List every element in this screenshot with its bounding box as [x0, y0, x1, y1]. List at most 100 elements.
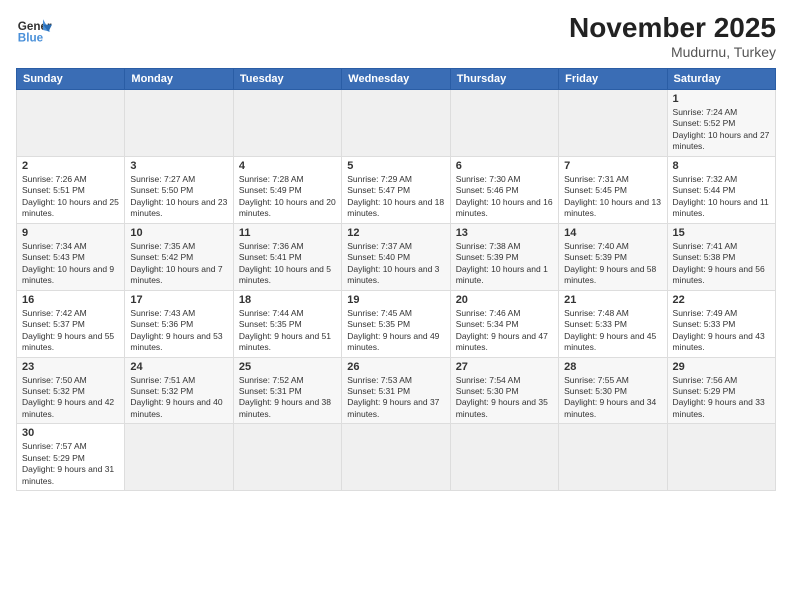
calendar-week-row: 9Sunrise: 7:34 AM Sunset: 5:43 PM Daylig…: [17, 223, 776, 290]
day-info: Sunrise: 7:40 AM Sunset: 5:39 PM Dayligh…: [564, 241, 661, 287]
day-number: 1: [673, 93, 770, 105]
day-number: 13: [456, 227, 553, 239]
day-info: Sunrise: 7:38 AM Sunset: 5:39 PM Dayligh…: [456, 241, 553, 287]
calendar-cell: 2 Sunrise: 7:26 AM Sunset: 5:51 PM Daylig…: [17, 156, 125, 223]
day-info: Sunrise: 7:48 AM Sunset: 5:33 PM Dayligh…: [564, 308, 661, 354]
day-number: 24: [130, 361, 227, 373]
day-number: 27: [456, 361, 553, 373]
day-number: 16: [22, 294, 119, 306]
day-number: 20: [456, 294, 553, 306]
day-number: 22: [673, 294, 770, 306]
day-number: 14: [564, 227, 661, 239]
day-number: 8: [673, 160, 770, 172]
calendar-cell: [342, 90, 450, 157]
calendar-cell: [342, 424, 450, 491]
day-info: Sunrise: 7:43 AM Sunset: 5:36 PM Dayligh…: [130, 308, 227, 354]
calendar-cell: 12 Sunrise: 7:37 AM Sunset: 5:40 PM Dayli…: [342, 223, 450, 290]
day-info: Sunrise: 7:37 AM Sunset: 5:40 PM Dayligh…: [347, 241, 444, 287]
header-thursday: Thursday: [450, 69, 558, 90]
calendar-cell: 24 Sunrise: 7:51 AM Sunset: 5:32 PM Dayli…: [125, 357, 233, 424]
calendar-cell: [450, 424, 558, 491]
calendar-cell: 8 Sunrise: 7:32 AM Sunset: 5:44 PM Daylig…: [667, 156, 775, 223]
calendar-cell: [233, 424, 341, 491]
day-info: Sunrise: 7:27 AM Sunset: 5:50 PM Dayligh…: [130, 174, 227, 220]
calendar-cell: [450, 90, 558, 157]
day-info: Sunrise: 7:52 AM Sunset: 5:31 PM Dayligh…: [239, 375, 336, 421]
day-info: Sunrise: 7:30 AM Sunset: 5:46 PM Dayligh…: [456, 174, 553, 220]
calendar-cell: 16 Sunrise: 7:42 AM Sunset: 5:37 PM Dayli…: [17, 290, 125, 357]
logo: General Blue: [16, 12, 52, 48]
day-info: Sunrise: 7:54 AM Sunset: 5:30 PM Dayligh…: [456, 375, 553, 421]
day-number: 2: [22, 160, 119, 172]
header: General Blue November 2025 Mudurnu, Turk…: [16, 12, 776, 60]
main-title: November 2025: [569, 12, 776, 44]
day-number: 28: [564, 361, 661, 373]
calendar-cell: [233, 90, 341, 157]
day-info: Sunrise: 7:24 AM Sunset: 5:52 PM Dayligh…: [673, 107, 770, 153]
calendar-cell: 9Sunrise: 7:34 AM Sunset: 5:43 PM Daylig…: [17, 223, 125, 290]
calendar-week-row: 2 Sunrise: 7:26 AM Sunset: 5:51 PM Daylig…: [17, 156, 776, 223]
calendar-week-row: 30Sunrise: 7:57 AM Sunset: 5:29 PM Dayli…: [17, 424, 776, 491]
header-tuesday: Tuesday: [233, 69, 341, 90]
title-block: November 2025 Mudurnu, Turkey: [569, 12, 776, 60]
calendar-cell: 5 Sunrise: 7:29 AM Sunset: 5:47 PM Daylig…: [342, 156, 450, 223]
day-number: 10: [130, 227, 227, 239]
day-info: Sunrise: 7:42 AM Sunset: 5:37 PM Dayligh…: [22, 308, 119, 354]
day-number: 25: [239, 361, 336, 373]
day-info: Sunrise: 7:28 AM Sunset: 5:49 PM Dayligh…: [239, 174, 336, 220]
day-number: 18: [239, 294, 336, 306]
svg-text:Blue: Blue: [18, 32, 44, 45]
calendar-cell: 4 Sunrise: 7:28 AM Sunset: 5:49 PM Daylig…: [233, 156, 341, 223]
calendar-cell: 1 Sunrise: 7:24 AM Sunset: 5:52 PM Daylig…: [667, 90, 775, 157]
day-info: Sunrise: 7:31 AM Sunset: 5:45 PM Dayligh…: [564, 174, 661, 220]
day-number: 12: [347, 227, 444, 239]
day-info: Sunrise: 7:32 AM Sunset: 5:44 PM Dayligh…: [673, 174, 770, 220]
day-info: Sunrise: 7:29 AM Sunset: 5:47 PM Dayligh…: [347, 174, 444, 220]
day-info: Sunrise: 7:51 AM Sunset: 5:32 PM Dayligh…: [130, 375, 227, 421]
calendar-cell: 25 Sunrise: 7:52 AM Sunset: 5:31 PM Dayli…: [233, 357, 341, 424]
calendar-cell: [559, 424, 667, 491]
calendar-cell: 13 Sunrise: 7:38 AM Sunset: 5:39 PM Dayli…: [450, 223, 558, 290]
calendar-cell: 17 Sunrise: 7:43 AM Sunset: 5:36 PM Dayli…: [125, 290, 233, 357]
calendar-cell: [125, 90, 233, 157]
day-info: Sunrise: 7:36 AM Sunset: 5:41 PM Dayligh…: [239, 241, 336, 287]
calendar-cell: 10Sunrise: 7:35 AM Sunset: 5:42 PM Dayli…: [125, 223, 233, 290]
calendar-cell: 15Sunrise: 7:41 AM Sunset: 5:38 PM Dayli…: [667, 223, 775, 290]
header-saturday: Saturday: [667, 69, 775, 90]
calendar-cell: 26Sunrise: 7:53 AM Sunset: 5:31 PM Dayli…: [342, 357, 450, 424]
logo-icon: General Blue: [16, 12, 52, 48]
day-info: Sunrise: 7:56 AM Sunset: 5:29 PM Dayligh…: [673, 375, 770, 421]
day-number: 15: [673, 227, 770, 239]
day-number: 3: [130, 160, 227, 172]
calendar-cell: 7Sunrise: 7:31 AM Sunset: 5:45 PM Daylig…: [559, 156, 667, 223]
calendar-cell: 27 Sunrise: 7:54 AM Sunset: 5:30 PM Dayli…: [450, 357, 558, 424]
calendar-cell: [667, 424, 775, 491]
day-info: Sunrise: 7:55 AM Sunset: 5:30 PM Dayligh…: [564, 375, 661, 421]
calendar-cell: 19Sunrise: 7:45 AM Sunset: 5:35 PM Dayli…: [342, 290, 450, 357]
day-info: Sunrise: 7:46 AM Sunset: 5:34 PM Dayligh…: [456, 308, 553, 354]
day-number: 17: [130, 294, 227, 306]
calendar-cell: [125, 424, 233, 491]
day-number: 4: [239, 160, 336, 172]
subtitle: Mudurnu, Turkey: [569, 44, 776, 60]
calendar-cell: 21Sunrise: 7:48 AM Sunset: 5:33 PM Dayli…: [559, 290, 667, 357]
calendar-table: Sunday Monday Tuesday Wednesday Thursday…: [16, 68, 776, 491]
header-sunday: Sunday: [17, 69, 125, 90]
calendar-cell: 3 Sunrise: 7:27 AM Sunset: 5:50 PM Daylig…: [125, 156, 233, 223]
calendar-cell: 11 Sunrise: 7:36 AM Sunset: 5:41 PM Dayli…: [233, 223, 341, 290]
day-number: 6: [456, 160, 553, 172]
calendar-cell: 22Sunrise: 7:49 AM Sunset: 5:33 PM Dayli…: [667, 290, 775, 357]
day-number: 11: [239, 227, 336, 239]
calendar-cell: 20 Sunrise: 7:46 AM Sunset: 5:34 PM Dayli…: [450, 290, 558, 357]
day-number: 9: [22, 227, 119, 239]
day-info: Sunrise: 7:26 AM Sunset: 5:51 PM Dayligh…: [22, 174, 119, 220]
calendar-cell: 18Sunrise: 7:44 AM Sunset: 5:35 PM Dayli…: [233, 290, 341, 357]
calendar-cell: 28 Sunrise: 7:55 AM Sunset: 5:30 PM Dayli…: [559, 357, 667, 424]
day-number: 30: [22, 427, 119, 439]
calendar-cell: 6 Sunrise: 7:30 AM Sunset: 5:46 PM Daylig…: [450, 156, 558, 223]
day-number: 29: [673, 361, 770, 373]
day-number: 5: [347, 160, 444, 172]
day-info: Sunrise: 7:50 AM Sunset: 5:32 PM Dayligh…: [22, 375, 119, 421]
day-number: 19: [347, 294, 444, 306]
calendar-cell: 29 Sunrise: 7:56 AM Sunset: 5:29 PM Dayli…: [667, 357, 775, 424]
